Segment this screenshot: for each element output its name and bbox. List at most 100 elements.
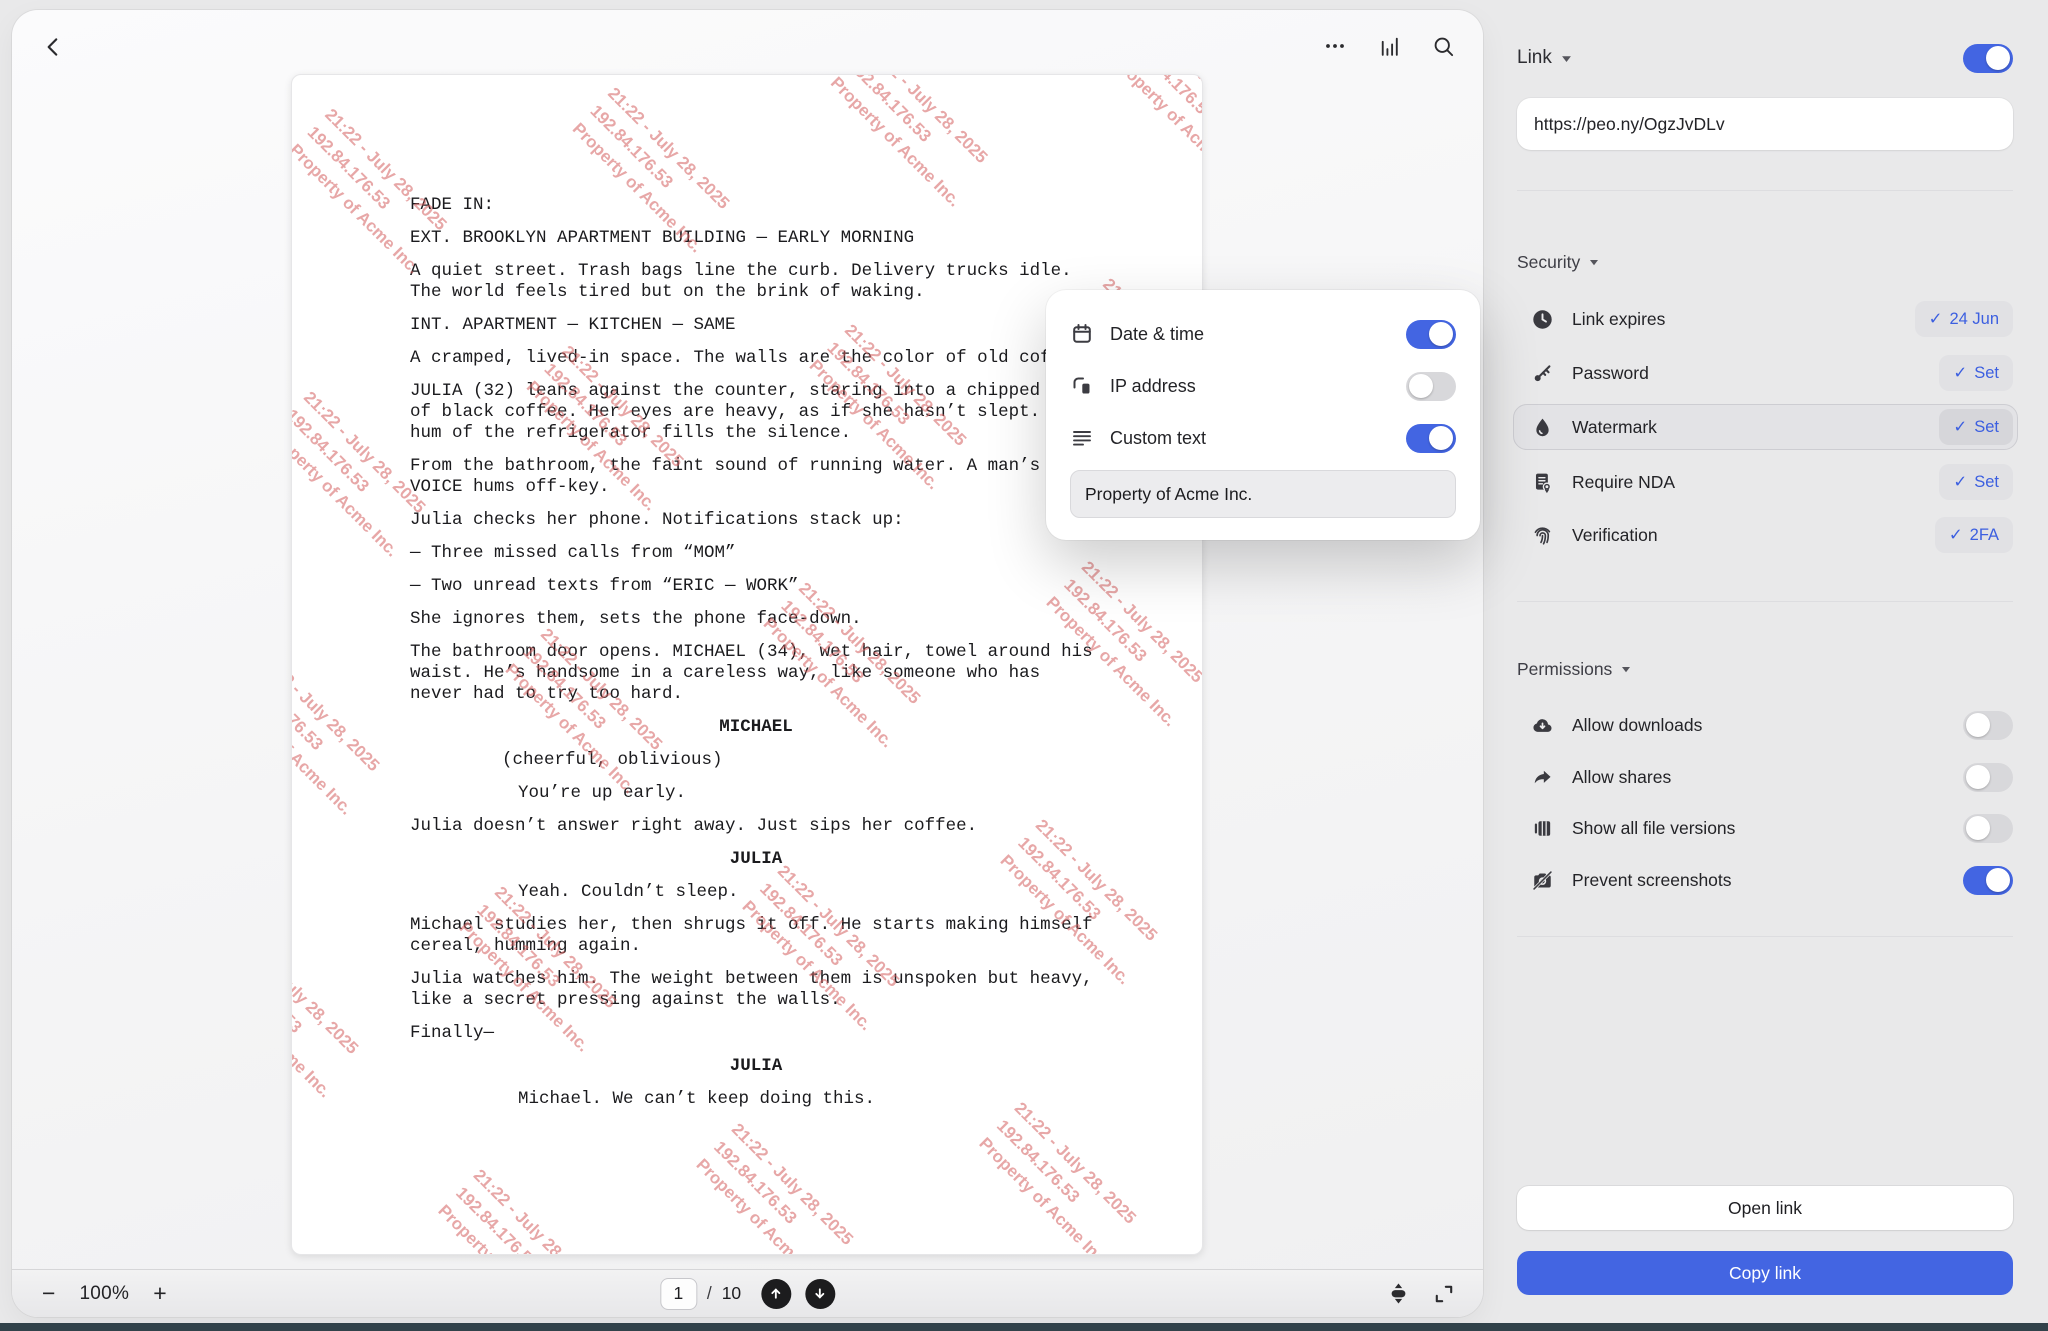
link-title[interactable]: Link [1517, 47, 1552, 69]
next-page-button[interactable] [805, 1279, 835, 1309]
script-paragraph: Julia checks her phone. Notifications st… [410, 510, 1102, 531]
page-number-input[interactable]: 1 [660, 1278, 697, 1310]
fullscreen-button[interactable] [1431, 1281, 1457, 1307]
previous-page-button[interactable] [761, 1279, 791, 1309]
script-paragraph: FADE IN: [410, 195, 1102, 216]
link-header: Link [1517, 42, 2013, 74]
footer-right-tools [1385, 1281, 1457, 1307]
script-paragraph: Yeah. Couldn’t sleep. [518, 882, 1102, 903]
custom-text-input[interactable]: Property of Acme Inc. [1070, 470, 1456, 518]
file-versions-toggle[interactable] [1963, 814, 2013, 843]
viewer-footer: − 100% + 1 / 10 [12, 1269, 1483, 1317]
link-expires-badge[interactable]: ✓ 24 Jun [1915, 301, 2013, 337]
permissions-title: Permissions [1517, 659, 1612, 680]
link-url-field[interactable]: https://peo.ny/OgzJvDLv [1517, 98, 2013, 150]
page-total: 10 [722, 1283, 741, 1304]
ellipsis-icon [1323, 34, 1347, 58]
check-icon: ✓ [1953, 417, 1967, 437]
check-icon: ✓ [1953, 472, 1967, 492]
script-paragraph: You’re up early. [518, 783, 1102, 804]
script-paragraph: A cramped, lived-in space. The walls are… [410, 348, 1102, 369]
script-paragraph: JULIA [410, 1056, 1102, 1077]
custom-text-row: Custom text [1070, 418, 1456, 458]
arrow-down-icon [812, 1285, 829, 1302]
scroll-mode-button[interactable] [1385, 1281, 1411, 1307]
security-row-link-expires[interactable]: Link expires ✓ 24 Jun [1531, 297, 2013, 341]
script-paragraph: A quiet street. Trash bags line the curb… [410, 261, 1102, 303]
chevron-down-icon [1621, 664, 1631, 674]
verification-badge[interactable]: ✓ 2FA [1935, 517, 2013, 553]
script-paragraph: Michael. We can’t keep doing this. [518, 1089, 1102, 1110]
permission-row-prevent-screenshots: Prevent screenshots [1531, 858, 2013, 902]
allow-shares-toggle[interactable] [1963, 763, 2013, 792]
copy-link-button[interactable]: Copy link [1517, 1251, 2013, 1295]
watermark-settings-popup: Date & time IP address Custom text Prope… [1046, 290, 1480, 540]
document-viewer: FADE IN:EXT. BROOKLYN APARTMENT BUILDING… [12, 10, 1483, 1317]
file-badge-icon [1531, 471, 1554, 494]
require-nda-badge[interactable]: ✓ Set [1939, 464, 2013, 500]
security-row-require-nda[interactable]: Require NDA ✓ Set [1531, 460, 2013, 504]
security-row-password[interactable]: Password ✓ Set [1531, 351, 2013, 395]
script-paragraph: (cheerful, oblivious) [502, 750, 1102, 771]
divider [1517, 601, 2013, 602]
chevron-down-icon [1589, 257, 1599, 267]
script-paragraph: INT. APARTMENT — KITCHEN — SAME [410, 315, 1102, 336]
custom-text-toggle[interactable] [1406, 424, 1456, 453]
file-versions-icon [1531, 817, 1554, 840]
search-icon [1431, 34, 1456, 59]
camera-off-icon [1531, 869, 1554, 892]
back-button[interactable] [38, 32, 68, 62]
script-paragraph: Julia watches him. The weight between th… [410, 969, 1102, 1011]
bar-chart-icon [1377, 34, 1402, 59]
open-link-button[interactable]: Open link [1517, 1186, 2013, 1230]
script-paragraph: She ignores them, sets the phone face-do… [410, 609, 1102, 630]
zoom-out-button[interactable]: − [42, 1282, 55, 1305]
document-page: FADE IN:EXT. BROOKLYN APARTMENT BUILDING… [291, 74, 1203, 1255]
divider [1517, 190, 2013, 191]
zoom-level: 100% [79, 1283, 129, 1305]
page-navigation: 1 / 10 [660, 1278, 835, 1310]
vertical-scroll-icon [1386, 1281, 1411, 1306]
calendar-icon [1070, 322, 1094, 346]
security-section-header[interactable]: Security [1517, 250, 1599, 274]
security-title: Security [1517, 252, 1580, 273]
watermark-text: 21:22 - July 28, 2025192.84.176.53Proper… [722, 1248, 1111, 1254]
script-paragraph: JULIA (32) leans against the counter, st… [410, 381, 1102, 444]
share-arrow-icon [1531, 766, 1554, 789]
script-paragraph: Finally— [410, 1023, 1102, 1044]
zoom-controls: − 100% + [12, 1282, 167, 1305]
ip-address-row: IP address [1070, 366, 1456, 406]
screenplay-text: FADE IN:EXT. BROOKLYN APARTMENT BUILDING… [292, 75, 1202, 1110]
script-paragraph: — Three missed calls from “MOM” [410, 543, 1102, 564]
check-icon: ✓ [1929, 309, 1943, 329]
droplet-icon [1531, 416, 1554, 439]
check-icon: ✓ [1953, 363, 1967, 383]
allow-downloads-toggle[interactable] [1963, 711, 2013, 740]
security-row-verification[interactable]: Verification ✓ 2FA [1531, 513, 2013, 557]
watermark-text: 21:22 - July 28, 2025192.84.176.53Proper… [874, 1096, 1202, 1254]
zoom-in-button[interactable]: + [153, 1282, 166, 1305]
date-time-label: Date & time [1110, 324, 1204, 345]
script-paragraph: Julia doesn’t answer right away. Just si… [410, 816, 1102, 837]
more-options-button[interactable] [1321, 32, 1349, 60]
search-button[interactable] [1429, 32, 1457, 60]
security-row-watermark[interactable]: Watermark ✓ Set [1531, 405, 2013, 449]
link-enabled-toggle[interactable] [1963, 44, 2013, 73]
password-badge[interactable]: ✓ Set [1939, 355, 2013, 391]
divider [1517, 936, 2013, 937]
watermark-badge[interactable]: ✓ Set [1939, 409, 2013, 445]
permissions-section-header[interactable]: Permissions [1517, 657, 1631, 681]
prevent-screenshots-toggle[interactable] [1963, 866, 2013, 895]
analytics-button[interactable] [1375, 32, 1403, 60]
link-settings-sidebar: Link https://peo.ny/OgzJvDLv Security Li… [1483, 0, 2048, 1331]
script-paragraph: From the bathroom, the faint sound of ru… [410, 456, 1102, 498]
permission-row-allow-shares: Allow shares [1531, 755, 2013, 799]
script-paragraph: The bathroom door opens. MICHAEL (34), w… [410, 642, 1102, 705]
clock-icon [1531, 308, 1554, 331]
date-time-toggle[interactable] [1406, 320, 1456, 349]
cloud-download-icon [1531, 714, 1554, 737]
ip-address-toggle[interactable] [1406, 372, 1456, 401]
permission-row-file-versions: Show all file versions [1531, 806, 2013, 850]
arrow-up-icon [768, 1285, 785, 1302]
watermark-text: 21:22 - July 28, 2025192.84.176.53Proper… [333, 1163, 722, 1254]
